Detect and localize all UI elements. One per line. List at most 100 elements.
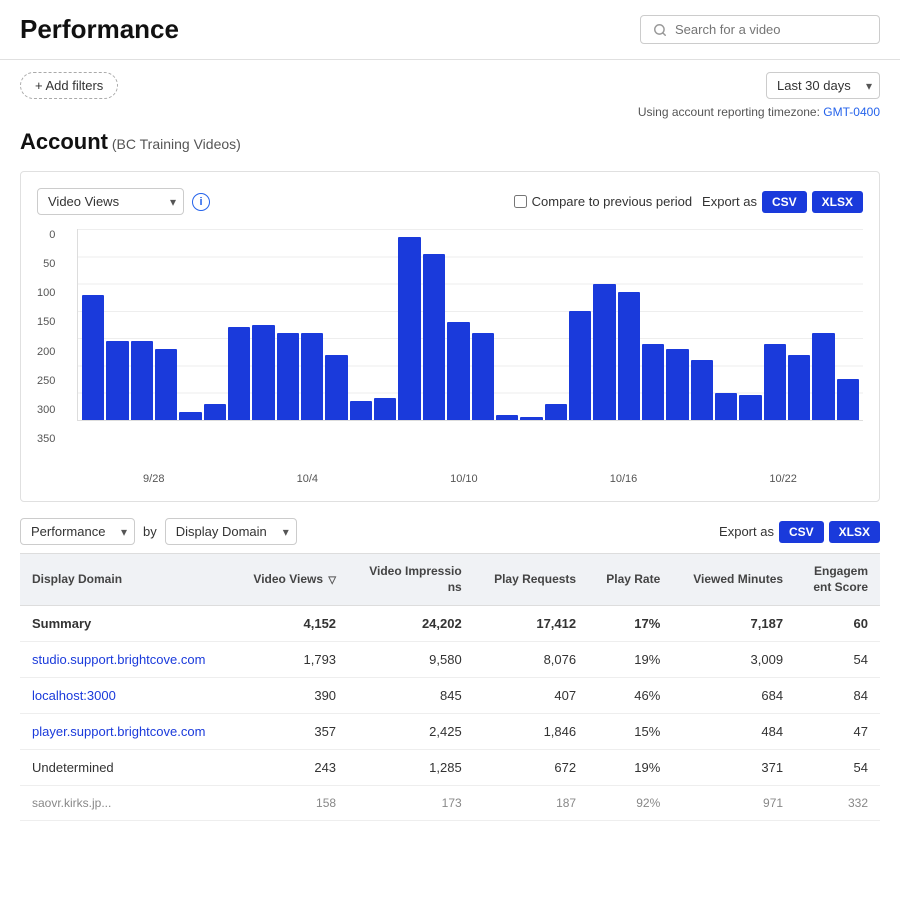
table-xlsx-button[interactable]: XLSX [829, 521, 880, 543]
bar-item [325, 355, 347, 420]
row-play-rate: 19% [588, 642, 672, 678]
bar-item [642, 344, 664, 420]
row-play-rate: 19% [588, 750, 672, 786]
table-row: studio.support.brightcove.com1,7939,5808… [20, 642, 880, 678]
bar-item [472, 333, 494, 420]
row-viewed-minutes: 971 [672, 786, 795, 821]
date-selector[interactable]: Last 30 days Last 7 days Last 90 days Cu… [766, 72, 880, 99]
bar-item [398, 237, 420, 420]
performance-selector[interactable]: Performance Engagement Reach [20, 518, 135, 545]
table-export-group: Export as CSV XLSX [719, 521, 880, 543]
domain-link[interactable]: studio.support.brightcove.com [32, 652, 205, 667]
bar-item [423, 254, 445, 420]
bar-item [82, 295, 104, 421]
row-domain: Undetermined [20, 750, 233, 786]
dimension-selector[interactable]: Display Domain Device Country Player [165, 518, 297, 545]
chart-area [77, 229, 863, 421]
bar-item [447, 322, 469, 420]
row-domain[interactable]: studio.support.brightcove.com [20, 642, 233, 678]
timezone-link[interactable]: GMT-0400 [823, 105, 880, 119]
compare-checkbox-label[interactable]: Compare to previous period [514, 194, 692, 209]
bar-item [496, 415, 518, 420]
header: Performance [0, 0, 900, 60]
dimension-select[interactable]: Display Domain Device Country Player [165, 518, 297, 545]
col-play-requests: Play Requests [474, 554, 588, 606]
metric-select[interactable]: Video Views Video Impressions Play Reque… [37, 188, 184, 215]
chart-right: Compare to previous period Export as CSV… [514, 191, 863, 213]
chart-export-group: Export as CSV XLSX [702, 191, 863, 213]
date-select[interactable]: Last 30 days Last 7 days Last 90 days Cu… [766, 72, 880, 99]
compare-checkbox[interactable] [514, 195, 527, 208]
row-video-views: 390 [233, 678, 348, 714]
col-video-impressions: Video Impressions [348, 554, 474, 606]
summary-row: Summary 4,152 24,202 17,412 17% 7,187 60 [20, 606, 880, 642]
bar-item [764, 344, 786, 420]
add-filters-button[interactable]: + Add filters [20, 72, 118, 99]
bar-item [179, 412, 201, 420]
row-video-impressions: 173 [348, 786, 474, 821]
account-title: Account [20, 129, 108, 154]
table-row: localhost:300039084540746%68484 [20, 678, 880, 714]
data-table: Display Domain Video Views ▽ Video Impre… [20, 553, 880, 821]
row-video-views: 243 [233, 750, 348, 786]
row-play-rate: 46% [588, 678, 672, 714]
row-engagement-score: 84 [795, 678, 880, 714]
table-left: Performance Engagement Reach by Display … [20, 518, 297, 545]
row-play-requests: 187 [474, 786, 588, 821]
row-viewed-minutes: 484 [672, 714, 795, 750]
row-play-rate: 15% [588, 714, 672, 750]
metric-selector[interactable]: Video Views Video Impressions Play Reque… [37, 188, 184, 215]
summary-play-requests: 17,412 [474, 606, 588, 642]
col-display-domain: Display Domain [20, 554, 233, 606]
performance-select[interactable]: Performance Engagement Reach [20, 518, 135, 545]
domain-link[interactable]: player.support.brightcove.com [32, 724, 205, 739]
summary-viewed-minutes: 7,187 [672, 606, 795, 642]
bar-item [106, 341, 128, 420]
chart-card: Video Views Video Impressions Play Reque… [20, 171, 880, 502]
row-domain[interactable]: player.support.brightcove.com [20, 714, 233, 750]
table-header: Display Domain Video Views ▽ Video Impre… [20, 554, 880, 606]
bar-item [131, 341, 153, 420]
bar-item [691, 360, 713, 420]
bar-item [715, 393, 737, 420]
bar-item [374, 398, 396, 420]
summary-label: Summary [20, 606, 233, 642]
row-video-impressions: 2,425 [348, 714, 474, 750]
col-engagement-score: Engagement Score [795, 554, 880, 606]
timezone-note: Using account reporting timezone: GMT-04… [0, 103, 900, 125]
row-video-impressions: 845 [348, 678, 474, 714]
row-engagement-score: 54 [795, 750, 880, 786]
row-domain: saovr.kirks.jp... [20, 786, 233, 821]
chart-csv-button[interactable]: CSV [762, 191, 807, 213]
bar-item [593, 284, 615, 420]
row-video-views: 1,793 [233, 642, 348, 678]
row-engagement-score: 332 [795, 786, 880, 821]
table-row: Undetermined2431,28567219%37154 [20, 750, 880, 786]
row-viewed-minutes: 684 [672, 678, 795, 714]
account-section: Account (BC Training Videos) [0, 125, 900, 167]
bar-chart-container: 350 300 250 200 150 100 50 0 [37, 229, 863, 469]
chart-xlsx-button[interactable]: XLSX [812, 191, 863, 213]
search-box[interactable] [640, 15, 880, 44]
summary-video-impressions: 24,202 [348, 606, 474, 642]
bar-item [228, 327, 250, 420]
bar-item [739, 395, 761, 420]
search-icon [653, 23, 667, 37]
bar-item [155, 349, 177, 420]
domain-link[interactable]: localhost:3000 [32, 688, 116, 703]
summary-video-views: 4,152 [233, 606, 348, 642]
col-video-views[interactable]: Video Views ▽ [233, 554, 348, 606]
table-body: Summary 4,152 24,202 17,412 17% 7,187 60… [20, 606, 880, 821]
table-controls: Performance Engagement Reach by Display … [20, 518, 880, 545]
table-csv-button[interactable]: CSV [779, 521, 824, 543]
table-row: saovr.kirks.jp...15817318792%971332 [20, 786, 880, 821]
row-video-impressions: 9,580 [348, 642, 474, 678]
row-viewed-minutes: 371 [672, 750, 795, 786]
info-icon[interactable]: i [192, 193, 210, 211]
search-input[interactable] [675, 22, 867, 37]
bar-item [837, 379, 859, 420]
bar-chart: 350 300 250 200 150 100 50 0 9/28 10/4 1… [37, 229, 863, 485]
col-viewed-minutes: Viewed Minutes [672, 554, 795, 606]
bar-item [545, 404, 567, 420]
row-domain[interactable]: localhost:3000 [20, 678, 233, 714]
